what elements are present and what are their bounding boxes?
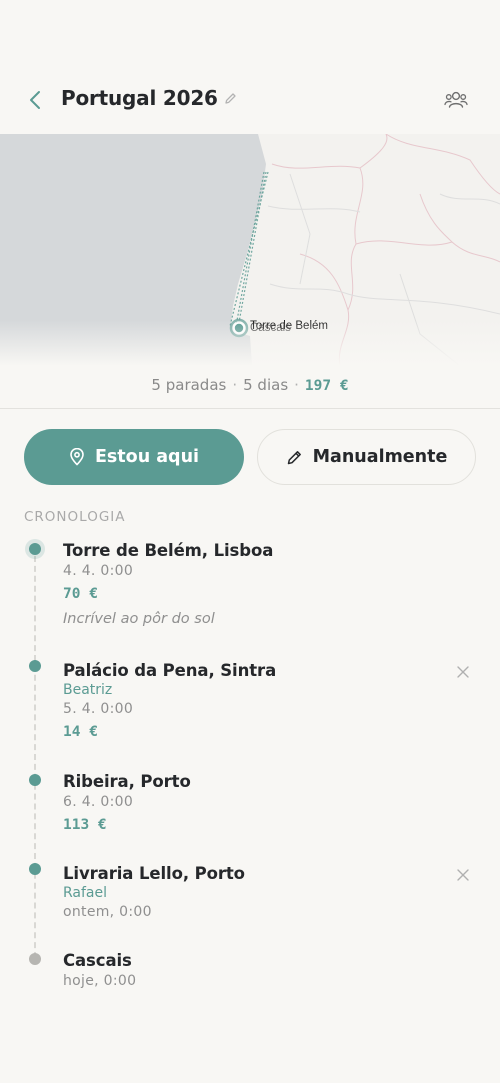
back-button[interactable] bbox=[22, 86, 48, 114]
stop-date: ontem, 0:00 bbox=[63, 904, 152, 920]
stop-name: Livraria Lello, Porto bbox=[63, 864, 245, 883]
stop-name: Palácio da Pena, Sintra bbox=[63, 661, 277, 680]
close-icon bbox=[457, 869, 469, 881]
map-marker-torre-de-belem[interactable] bbox=[233, 322, 245, 334]
separator-dot: · bbox=[294, 376, 299, 394]
stop-name: Ribeira, Porto bbox=[63, 772, 191, 791]
stop-person: Rafael bbox=[63, 885, 108, 901]
stop-date: 5. 4. 0:00 bbox=[63, 701, 134, 717]
timeline-dot bbox=[29, 660, 41, 672]
stop-amount: 70 € bbox=[63, 586, 98, 602]
timeline-heading: CRONOLOGIA bbox=[24, 509, 126, 525]
trip-title-group[interactable]: Portugal 2026 bbox=[61, 86, 237, 110]
timeline-item[interactable]: Ribeira, Porto 6. 4. 0:00 113 € bbox=[63, 772, 476, 833]
timeline-line bbox=[34, 556, 36, 958]
stop-name: Cascais bbox=[63, 951, 132, 970]
people-icon bbox=[444, 91, 468, 108]
trip-summary: 5 paradas · 5 dias · 197 € bbox=[0, 376, 500, 394]
here-button-label: Estou aqui bbox=[94, 447, 200, 467]
timeline-item[interactable]: Palácio da Pena, Sintra Beatriz 5. 4. 0:… bbox=[63, 661, 476, 740]
trip-title: Portugal 2026 bbox=[61, 86, 218, 110]
total-cost: 197 € bbox=[304, 378, 349, 394]
timeline-dot bbox=[29, 543, 41, 555]
days-count: 5 dias bbox=[243, 376, 289, 394]
location-pin-icon bbox=[69, 448, 85, 466]
remove-stop-button[interactable] bbox=[456, 867, 470, 881]
stop-name: Torre de Belém, Lisboa bbox=[63, 541, 274, 560]
close-icon bbox=[457, 666, 469, 678]
stop-amount: 14 € bbox=[63, 724, 98, 740]
stop-person: Beatriz bbox=[63, 682, 113, 698]
remove-stop-button[interactable] bbox=[456, 664, 470, 678]
here-button[interactable]: Estou aqui bbox=[24, 429, 244, 485]
stop-amount: 113 € bbox=[63, 817, 107, 833]
map-label-cascais: Cascais bbox=[250, 322, 291, 334]
pencil-icon bbox=[286, 449, 303, 466]
timeline-item[interactable]: Cascais hoje, 0:00 bbox=[63, 951, 476, 989]
timeline-dot bbox=[29, 953, 41, 965]
stops-count: 5 paradas bbox=[151, 376, 227, 394]
manual-button[interactable]: Manualmente bbox=[257, 429, 476, 485]
trip-map[interactable]: Torre de Belém Cascais bbox=[0, 134, 500, 366]
stop-date: 4. 4. 0:00 bbox=[63, 563, 134, 579]
stop-date: 6. 4. 0:00 bbox=[63, 794, 134, 810]
manual-button-label: Manualmente bbox=[312, 447, 448, 467]
timeline-item[interactable]: Torre de Belém, Lisboa 4. 4. 0:00 70 € I… bbox=[63, 541, 476, 627]
pencil-icon[interactable] bbox=[224, 92, 237, 105]
timeline-item[interactable]: Livraria Lello, Porto Rafael ontem, 0:00 bbox=[63, 864, 476, 920]
timeline-dot bbox=[29, 774, 41, 786]
people-button[interactable] bbox=[444, 88, 468, 112]
separator-dot: · bbox=[232, 376, 238, 394]
trip-screen: Portugal 2026 Torre de Belém Cascais 5 p… bbox=[0, 0, 500, 1083]
header: Portugal 2026 bbox=[0, 80, 500, 120]
chevron-left-icon bbox=[30, 91, 40, 109]
timeline-dot bbox=[29, 863, 41, 875]
stop-note: Incrível ao pôr do sol bbox=[63, 611, 215, 627]
divider bbox=[0, 408, 500, 409]
stop-date: hoje, 0:00 bbox=[63, 973, 137, 989]
